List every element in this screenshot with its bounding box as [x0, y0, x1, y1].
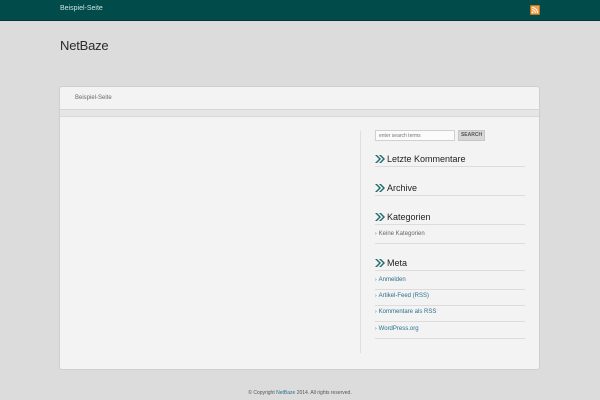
double-chevron-icon: [375, 213, 385, 221]
double-chevron-icon: [375, 155, 385, 163]
widget-title-archive: Archive: [375, 183, 417, 193]
footer-brand-link[interactable]: NetBaze: [276, 390, 295, 396]
panel-divider: [60, 110, 539, 117]
footer-copyright-prefix: © Copyright: [248, 390, 277, 396]
widget-rule: [375, 305, 525, 306]
bullet-icon: ›: [375, 231, 377, 237]
search-button[interactable]: SEARCH: [458, 130, 485, 141]
bullet-icon: ›: [375, 309, 377, 315]
widget-rule: [375, 243, 525, 244]
meta-link-wordpress-org[interactable]: › WordPress.org: [375, 326, 419, 332]
footer-copyright-suffix: 2014. All rights reserved.: [295, 390, 352, 396]
widget-rule: [375, 270, 525, 271]
meta-link-comments-rss[interactable]: › Kommentare als RSS: [375, 309, 436, 315]
top-bar: Beispiel-Seite: [0, 0, 600, 21]
bullet-icon: ›: [375, 293, 377, 299]
panel-nav-item-beispiel-seite[interactable]: Beispiel-Seite: [75, 95, 112, 101]
widget-title-meta: Meta: [375, 258, 407, 268]
widget-rule: [375, 224, 525, 225]
double-chevron-icon: [375, 184, 385, 192]
bullet-icon: ›: [375, 277, 377, 283]
footer: © Copyright NetBaze 2014. All rights res…: [0, 390, 600, 396]
site-title[interactable]: NetBaze: [60, 38, 109, 53]
top-nav-link-beispiel-seite[interactable]: Beispiel-Seite: [60, 5, 103, 12]
list-item-no-categories: › Keine Kategorien: [375, 231, 425, 237]
widget-title-comments: Letzte Kommentare: [375, 154, 466, 164]
double-chevron-icon: [375, 259, 385, 267]
widget-rule: [375, 195, 525, 196]
content-panel: Beispiel-Seite SEARCH Letzte Kommentare …: [59, 86, 540, 370]
widget-title-categories: Kategorien: [375, 212, 431, 222]
widget-rule: [375, 338, 525, 339]
widget-rule: [375, 321, 525, 322]
meta-link-login[interactable]: › Anmelden: [375, 277, 406, 283]
meta-link-article-feed[interactable]: › Artikel-Feed (RSS): [375, 293, 429, 299]
panel-nav: Beispiel-Seite: [60, 87, 539, 110]
search-input[interactable]: [375, 130, 455, 141]
sidebar-divider: [360, 131, 361, 353]
widget-rule: [375, 166, 525, 167]
rss-icon[interactable]: [530, 5, 540, 15]
bullet-icon: ›: [375, 326, 377, 332]
widget-rule: [375, 289, 525, 290]
